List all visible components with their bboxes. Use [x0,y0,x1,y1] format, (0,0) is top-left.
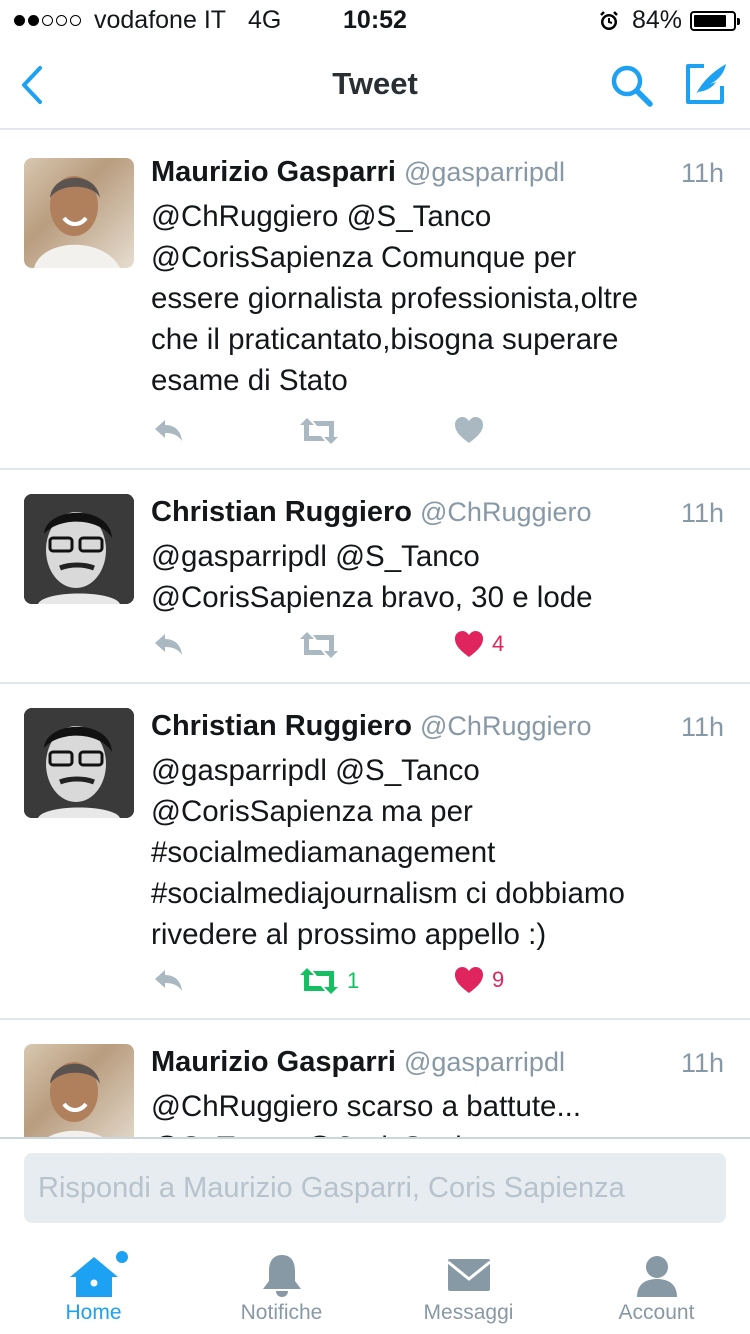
like-button[interactable]: 4 [454,630,504,658]
avatar[interactable] [24,494,134,604]
battery-percent: 84% [631,6,682,34]
tab-label: Messaggi [423,1301,514,1324]
reply-icon [155,420,182,441]
retweet-icon [300,632,338,658]
avatar[interactable] [24,708,134,818]
compose-tweet-icon[interactable] [680,58,732,110]
tweet-time: 11h [680,1048,724,1078]
author-name[interactable]: Maurizio Gasparri [151,156,396,188]
person-icon [636,1256,677,1297]
tab-bar: Home Notifiche Messaggi Account [0,1241,750,1334]
tweet-text-line: @gasparripdl @S_Tanco [151,754,480,787]
heart-icon [455,417,483,443]
tweet-item[interactable]: Maurizio Gasparri @gasparripdl 11h @ChRug… [0,130,750,470]
tab-messages[interactable]: Messaggi [375,1241,562,1334]
battery-icon [690,10,740,31]
retweet-icon [300,968,338,994]
tweet-time: 11h [680,712,724,742]
tab-label: Account [618,1301,695,1324]
reply-button[interactable] [151,966,185,996]
tweet-text: @ChRuggiero scarso a battute... @S_Tanco… [151,1086,731,1137]
tweet-text-line: @CorisSapienza bravo, 30 e lode [151,581,593,614]
envelope-icon [446,1259,491,1291]
tweet-actions [151,416,651,450]
like-button[interactable]: 9 [454,966,504,994]
status-right: 84% [598,6,740,35]
tweet-item[interactable]: Christian Ruggiero @ChRuggiero 11h @gaspa… [0,470,750,684]
retweet-count: 1 [347,968,360,993]
like-count: 9 [492,967,505,992]
status-bar: vodafone IT 4G 10:52 84% [0,0,750,40]
tweet-text: @ChRuggiero @S_Tanco @CorisSapienza Comu… [151,196,731,401]
heart-icon [455,631,483,657]
reply-button[interactable] [151,630,185,660]
tweet-text-line: che il praticantato,bisogna superare [151,323,619,356]
tweet-text: @gasparripdl @S_Tanco @CorisSapienza ma … [151,750,731,955]
author-name[interactable]: Christian Ruggiero [151,710,412,742]
tweet-text-line: essere giornalista professionista,oltre [151,282,638,315]
reply-bar [0,1137,750,1241]
tweet-author[interactable]: Christian Ruggiero @ChRuggiero [151,496,592,529]
tweet-text-line: rivedere al prossimo appello :) [151,918,547,951]
home-icon [69,1257,118,1297]
tweet-text-line: esame di Stato [151,364,348,397]
tab-home[interactable]: Home [0,1241,187,1334]
reply-input[interactable] [24,1153,726,1223]
tab-label: Home [65,1301,122,1324]
tweet-text-line: @CorisSapienza ma per [151,795,473,828]
tweet-text-line: @CorisSapienza Comunque per [151,241,577,274]
retweet-button[interactable]: 1 [299,966,359,996]
retweet-icon [300,418,338,444]
tweet-actions: 4 [151,630,651,664]
retweet-button[interactable] [299,416,339,446]
tweet-text-line: #socialmediajournalism ci dobbiamo [151,877,625,910]
like-button[interactable] [454,416,484,444]
author-handle[interactable]: @ChRuggiero [420,711,592,741]
tweet-time: 11h [680,498,724,528]
author-name[interactable]: Maurizio Gasparri [151,1046,396,1078]
tweet-time: 11h [680,158,724,188]
tweet-text-line: @gasparripdl @S_Tanco [151,540,480,573]
tab-notifications[interactable]: Notifiche [188,1241,375,1334]
tab-account[interactable]: Account [563,1241,750,1334]
retweet-button[interactable] [299,630,339,660]
tweet-item[interactable]: Christian Ruggiero @ChRuggiero 11h @gaspa… [0,684,750,1020]
tweet-text-line: @S_Tanco @CorisSapienza [151,1127,731,1137]
tweet-text-line: @ChRuggiero @S_Tanco [151,200,492,233]
reply-icon [155,970,182,991]
new-content-dot [116,1251,128,1263]
reply-button[interactable] [151,416,185,446]
tweet-text-line: @ChRuggiero scarso a battute... [151,1090,582,1123]
author-name[interactable]: Christian Ruggiero [151,496,412,528]
avatar[interactable] [24,1044,134,1137]
avatar[interactable] [24,158,134,268]
reply-icon [155,634,182,655]
heart-icon [455,967,483,993]
tweet-actions: 1 9 [151,966,651,1000]
tweet-author[interactable]: Christian Ruggiero @ChRuggiero [151,710,592,743]
bell-icon [262,1255,301,1297]
navigation-bar: Tweet [0,40,750,130]
author-handle[interactable]: @gasparripdl [404,1047,565,1077]
author-handle[interactable]: @gasparripdl [404,157,565,187]
search-icon[interactable] [606,60,658,112]
like-count: 4 [492,631,505,656]
tweet-author[interactable]: Maurizio Gasparri @gasparripdl [151,156,565,189]
hashtag-line[interactable]: #socialmediamanagement [151,832,731,873]
tweet-item[interactable]: Maurizio Gasparri @gasparripdl 11h @ChRug… [0,1020,750,1137]
alarm-icon [600,10,618,30]
tweet-text: @gasparripdl @S_Tanco @CorisSapienza bra… [151,536,731,618]
tab-label: Notifiche [240,1301,323,1324]
author-handle[interactable]: @ChRuggiero [420,497,592,527]
tweet-thread[interactable]: Maurizio Gasparri @gasparripdl 11h @ChRug… [0,130,750,1137]
tweet-author[interactable]: Maurizio Gasparri @gasparripdl [151,1046,565,1079]
